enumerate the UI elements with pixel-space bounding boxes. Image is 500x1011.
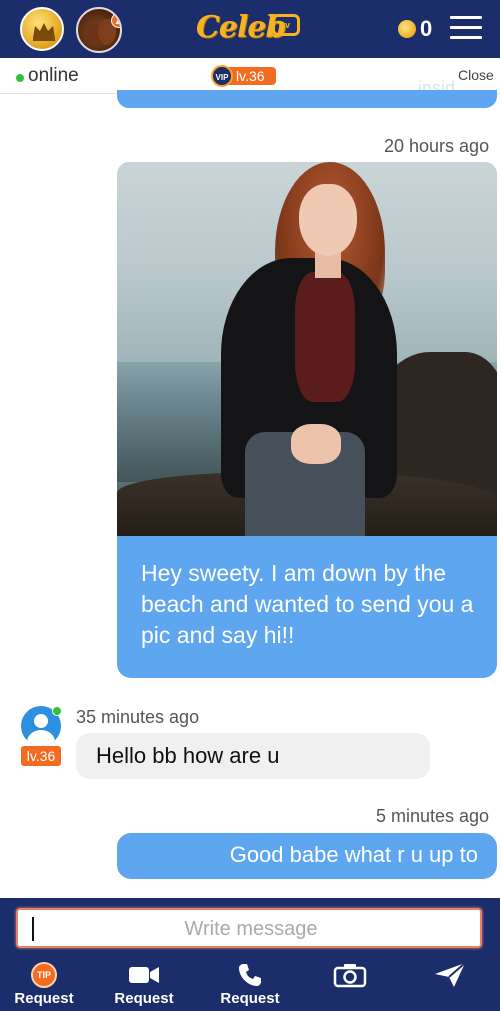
call-request-button[interactable]: Request <box>218 960 282 1007</box>
online-dot-icon <box>52 706 62 716</box>
flame-icon: ▲ <box>111 13 120 28</box>
coin-icon <box>398 20 416 38</box>
chat-screen: ▲ Celeb tv 0 online insid VIP lv.36 Clos… <box>0 0 500 1011</box>
send-button[interactable] <box>418 960 482 990</box>
send-icon <box>435 962 466 987</box>
outgoing-message-bubble: Hey sweety. I am down by the beach and w… <box>117 536 497 678</box>
phone-icon <box>239 964 261 986</box>
crown-icon[interactable] <box>20 7 64 51</box>
video-request-button[interactable]: Request <box>112 960 176 1007</box>
photo-message[interactable] <box>117 162 497 536</box>
message-text: Good babe what r u up to <box>229 842 478 867</box>
camera-icon <box>333 964 367 988</box>
level-badge: lv.36 <box>228 67 276 85</box>
message-timestamp: 20 hours ago <box>384 136 490 156</box>
message-timestamp: 35 minutes ago <box>76 707 200 727</box>
button-label: Request <box>14 990 74 1007</box>
outgoing-message-bubble: Good babe what r u up to <box>117 833 497 879</box>
tip-request-button[interactable]: TIP Request <box>12 960 76 1007</box>
message-input[interactable]: Write message <box>16 908 482 948</box>
composer-bar: Write message TIP Request Request Reques… <box>0 898 500 1011</box>
coin-balance[interactable]: 0 <box>398 16 432 42</box>
previous-message-bubble <box>117 90 497 108</box>
tip-icon: TIP <box>31 962 57 988</box>
online-dot-icon <box>16 74 24 82</box>
status-bar: online insid VIP lv.36 Close <box>0 58 500 98</box>
incoming-message-bubble: Hello bb how are u <box>76 733 430 779</box>
camera-button[interactable] <box>318 960 382 990</box>
coin-count: 0 <box>420 16 433 41</box>
user-level-badge: lv.36 <box>21 746 61 766</box>
hot-icon[interactable]: ▲ <box>76 7 122 53</box>
vip-badge: VIP <box>211 65 233 87</box>
close-button[interactable]: Close <box>458 67 494 83</box>
message-text: Hello bb how are u <box>96 743 280 768</box>
app-logo[interactable]: Celeb tv <box>196 8 300 48</box>
logo-tv-badge: tv <box>272 14 300 36</box>
message-text: Hey sweety. I am down by the beach and w… <box>141 560 474 648</box>
video-icon <box>129 967 159 983</box>
button-label: Request <box>220 990 280 1007</box>
menu-icon[interactable] <box>450 16 482 42</box>
message-placeholder: Write message <box>184 918 318 940</box>
message-timestamp: 5 minutes ago <box>376 806 490 826</box>
online-status: online <box>28 65 79 86</box>
button-label: Request <box>114 990 174 1007</box>
top-bar: ▲ Celeb tv 0 <box>0 0 500 58</box>
